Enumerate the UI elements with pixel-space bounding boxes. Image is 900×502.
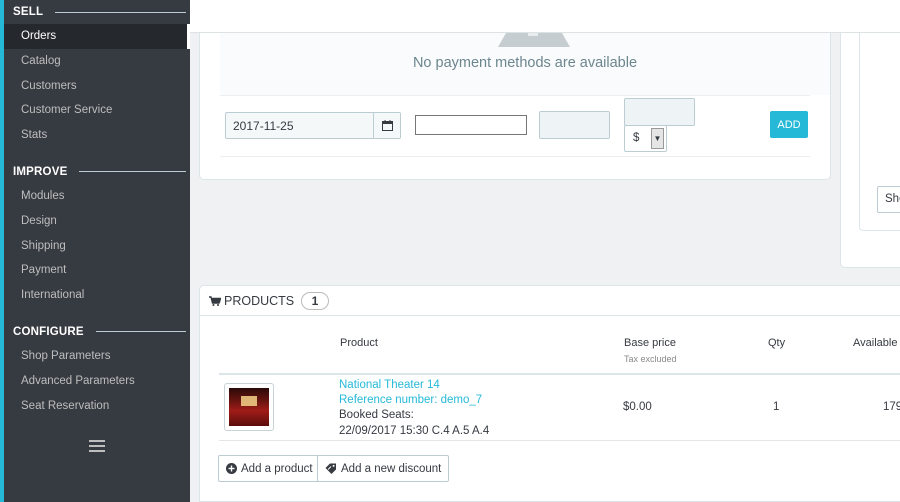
sidebar-item-design[interactable]: Design <box>4 209 190 234</box>
payment-empty-state: No payment methods are available <box>220 33 830 95</box>
plus-circle-icon <box>226 463 237 474</box>
product-qty: 1 <box>773 401 780 413</box>
column-header-tax-note: Tax excluded <box>624 354 677 364</box>
sidebar-item-catalog[interactable]: Catalog <box>4 49 190 74</box>
column-header-available: Available <box>853 337 898 349</box>
payment-amount-input[interactable] <box>539 111 610 139</box>
sidebar-item-shop-parameters[interactable]: Shop Parameters <box>4 344 190 369</box>
sidebar-section-improve: IMPROVE <box>4 160 190 184</box>
add-discount-button[interactable]: Add a new discount <box>317 455 450 482</box>
product-thumbnail <box>224 383 274 431</box>
sidebar-section-title: SELL <box>13 6 44 18</box>
menu-collapse-icon[interactable] <box>89 440 105 452</box>
payment-date-input[interactable]: 2017-11-25 <box>225 112 401 139</box>
products-count-badge: 1 <box>301 292 329 310</box>
column-header-base-price: Base price <box>624 337 676 349</box>
cart-icon <box>209 296 221 306</box>
sidebar-section-sell: SELL <box>4 0 190 24</box>
product-base-price: $0.00 <box>623 401 652 413</box>
sidebar-item-customer-service[interactable]: Customer Service <box>4 98 190 123</box>
add-product-button[interactable]: Add a product <box>218 455 321 482</box>
right-panel: Sho <box>840 33 900 268</box>
product-reference-link[interactable]: Reference number: demo_7 <box>339 393 482 408</box>
sidebar-item-payment[interactable]: Payment <box>4 258 190 283</box>
column-header-product: Product <box>340 337 378 349</box>
product-available: 179 <box>883 401 900 413</box>
products-title: PRODUCTS <box>224 294 295 308</box>
sidebar-item-stats[interactable]: Stats <box>4 123 190 148</box>
header-bar <box>190 0 900 33</box>
column-header-qty: Qty <box>768 337 786 349</box>
calendar-icon[interactable] <box>373 113 400 138</box>
product-seats-label: Booked Seats: <box>339 409 414 421</box>
payment-date-value: 2017-11-25 <box>233 119 294 133</box>
add-discount-label: Add a new discount <box>341 462 442 475</box>
payment-transaction-input[interactable] <box>624 98 695 126</box>
currency-select[interactable]: $ ▼ <box>624 125 667 152</box>
payment-empty-message: No payment methods are available <box>412 55 638 71</box>
products-panel: PRODUCTS 1 Product Base price Tax exclud… <box>199 285 900 502</box>
sidebar-item-orders[interactable]: Orders <box>4 24 190 49</box>
sidebar-item-customers[interactable]: Customers <box>4 74 190 99</box>
chevron-down-icon: ▼ <box>651 128 664 149</box>
product-name-link[interactable]: National Theater 14 <box>339 378 440 393</box>
show-button[interactable]: Sho <box>877 186 900 213</box>
sidebar-item-seat-reservation[interactable]: Seat Reservation <box>4 394 190 419</box>
products-header: PRODUCTS 1 <box>200 286 900 316</box>
add-product-label: Add a product <box>241 462 313 475</box>
sidebar-section-title: CONFIGURE <box>13 325 84 338</box>
product-seats-detail: 22/09/2017 15:30 C.4 A.5 A.4 <box>339 425 490 437</box>
sidebar-item-advanced-parameters[interactable]: Advanced Parameters <box>4 369 190 394</box>
tag-icon <box>325 463 336 474</box>
currency-select-value: $ <box>633 132 640 144</box>
payment-panel: No payment methods are available 2017-11… <box>199 33 831 180</box>
payment-method-input[interactable] <box>415 115 527 135</box>
sidebar-section-configure: CONFIGURE <box>4 320 190 344</box>
sidebar-item-shipping[interactable]: Shipping <box>4 234 190 259</box>
sidebar: SELL Orders Catalog Customers Customer S… <box>0 0 190 502</box>
sidebar-section-title: IMPROVE <box>13 165 68 178</box>
right-subpanel: Sho <box>859 33 900 231</box>
sidebar-item-international[interactable]: International <box>4 283 190 308</box>
credit-card-icon <box>498 33 570 47</box>
sidebar-item-modules[interactable]: Modules <box>4 184 190 209</box>
add-payment-button[interactable]: ADD <box>770 111 808 138</box>
